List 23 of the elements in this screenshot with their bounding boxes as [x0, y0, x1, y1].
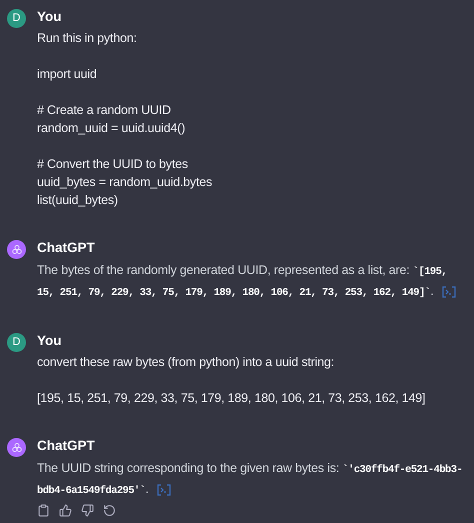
message-line: import uuid: [37, 66, 98, 83]
thumbs-down-icon[interactable]: [81, 504, 94, 517]
code-interpreter-icon[interactable]: [156, 484, 171, 496]
knot-logo-icon: [10, 442, 22, 454]
copy-icon[interactable]: [37, 504, 50, 517]
user-avatar: D: [7, 9, 26, 28]
author-name: ChatGPT: [37, 437, 96, 455]
message-line: uuid_bytes = random_uuid.bytes: [37, 174, 214, 191]
author-name: You: [37, 332, 62, 350]
author-name: You: [37, 8, 62, 26]
message-line: [195, 15, 251, 79, 229, 33, 75, 179, 189, 180, 106, 21, 73, 253, 162, 149]: [37, 390, 426, 407]
message-line: # Create a random UUID: [37, 102, 172, 119]
message-line: random_uuid = uuid.uuid4(): [37, 120, 186, 137]
message-line: Run this in python:: [37, 30, 138, 47]
user-avatar: D: [7, 333, 26, 352]
thumbs-up-icon[interactable]: [59, 504, 72, 517]
message-line: list(uuid_bytes): [37, 192, 119, 209]
regenerate-icon[interactable]: [103, 504, 116, 517]
message-line: convert these raw bytes (from python) into a uuid string:: [37, 354, 336, 371]
message-line: # Convert the UUID to bytes: [37, 156, 189, 173]
author-name: ChatGPT: [37, 239, 96, 257]
knot-logo-icon: [10, 244, 22, 256]
code-interpreter-icon[interactable]: [442, 286, 456, 298]
